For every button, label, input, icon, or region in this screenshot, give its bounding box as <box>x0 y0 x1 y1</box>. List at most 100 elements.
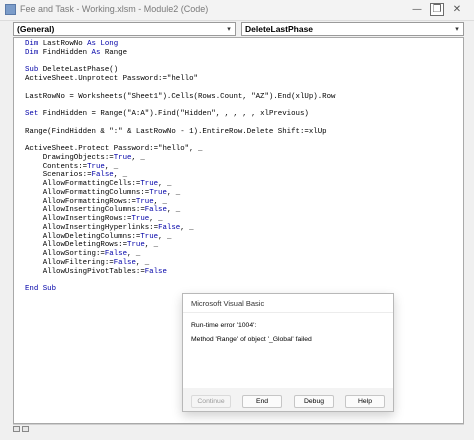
procedure-view-button[interactable] <box>13 426 20 432</box>
restore-button[interactable]: ❐ <box>430 3 444 16</box>
code-line[interactable] <box>25 276 335 285</box>
code-line[interactable]: ActiveSheet.Unprotect Password:="hello" <box>25 75 335 84</box>
code-text[interactable]: Dim LastRowNo As Long Dim FindHidden As R… <box>25 40 335 294</box>
code-line[interactable]: AllowUsingPivotTables:=False <box>25 268 335 277</box>
code-line[interactable] <box>25 101 335 110</box>
end-button[interactable]: End <box>242 395 282 408</box>
debug-button[interactable]: Debug <box>294 395 334 408</box>
code-keyword: True <box>127 241 145 250</box>
code-token: Contents:= <box>25 162 88 171</box>
code-keyword: True <box>135 197 154 206</box>
code-keyword: False <box>144 206 167 215</box>
code-line[interactable]: AllowDeletingColumns:=True, _ <box>25 233 335 242</box>
code-token: AllowFiltering:= <box>25 258 114 267</box>
code-token: AllowFormattingColumns:= <box>25 188 150 197</box>
code-token: , _ <box>166 206 181 215</box>
code-keyword: True <box>131 215 150 223</box>
code-line[interactable] <box>25 136 335 145</box>
code-line[interactable]: Range(FindHidden & ":" & LastRowNo - 1).… <box>25 128 335 137</box>
code-keyword: Set <box>25 110 39 118</box>
code-line[interactable] <box>25 119 335 128</box>
code-keyword: False <box>144 267 167 276</box>
code-token: DeleteLastPhase() <box>38 66 119 75</box>
code-token: , _ <box>127 250 141 258</box>
code-keyword: As Long <box>87 40 119 48</box>
code-keyword: End Sub <box>25 285 57 293</box>
code-line[interactable]: LastRowNo = Worksheets("Sheet1").Cells(R… <box>25 93 335 102</box>
code-token: , _ <box>149 215 163 223</box>
full-module-view-button[interactable] <box>22 426 29 432</box>
code-line[interactable]: Sub DeleteLastPhase() <box>25 66 335 75</box>
code-token: LastRowNo <box>38 40 88 48</box>
code-line[interactable] <box>25 58 335 67</box>
code-token: LastRowNo = Worksheets("Sheet1").Cells(R… <box>25 92 336 101</box>
code-line[interactable]: AllowFiltering:=False, _ <box>25 259 335 268</box>
view-toggle-strip <box>13 424 464 434</box>
error-message: Method 'Range' of object '_Global' faile… <box>191 336 312 343</box>
object-combo-value: (General) <box>17 24 55 34</box>
procedure-combo-value: DeleteLastPhase <box>245 24 314 34</box>
error-number: Run-time error '1004': <box>191 322 257 329</box>
chevron-down-icon[interactable]: ▾ <box>223 23 235 35</box>
code-line[interactable]: ActiveSheet.Protect Password:="hello", _ <box>25 145 335 154</box>
code-line[interactable]: Contents:=True, _ <box>25 163 335 172</box>
window-title: Fee and Task - Working.xlsm - Module2 (C… <box>20 4 209 14</box>
code-token: AllowUsingPivotTables:= <box>25 267 145 276</box>
code-line[interactable]: AllowInsertingHyperlinks:=False, _ <box>25 224 335 233</box>
code-token: Range <box>100 48 128 57</box>
code-token: , _ <box>144 241 159 250</box>
code-token: , _ <box>153 197 167 206</box>
code-keyword: False <box>91 171 114 180</box>
code-line[interactable]: AllowInsertingColumns:=False, _ <box>25 206 335 215</box>
code-keyword: True <box>140 180 159 188</box>
code-token: AllowSorting:= <box>25 250 105 258</box>
code-token: , _ <box>158 232 172 241</box>
continue-button[interactable]: Continue <box>191 395 231 408</box>
code-line[interactable]: AllowFormattingColumns:=True, _ <box>25 189 335 198</box>
code-keyword: False <box>158 223 181 232</box>
code-keyword: True <box>87 162 105 171</box>
code-token: AllowDeletingRows:= <box>25 241 128 250</box>
vba-module-icon <box>5 4 16 15</box>
code-token: Range(FindHidden & ":" & LastRowNo - 1).… <box>25 127 327 136</box>
code-keyword: True <box>113 153 132 162</box>
code-keyword: Sub <box>25 66 39 75</box>
code-token: , _ <box>113 171 128 180</box>
code-line[interactable]: Set FindHidden = Range("A:A").Find("Hidd… <box>25 110 335 119</box>
code-token: AllowInsertingRows:= <box>25 215 132 223</box>
title-bar: Fee and Task - Working.xlsm - Module2 (C… <box>0 0 474 21</box>
code-line[interactable]: AllowSorting:=False, _ <box>25 250 335 259</box>
code-keyword: False <box>104 250 128 258</box>
code-token: , _ <box>166 188 181 197</box>
help-button[interactable]: Help <box>345 395 385 408</box>
code-token: AllowFormattingCells:= <box>25 180 141 188</box>
code-line[interactable]: Dim LastRowNo As Long <box>25 40 335 49</box>
code-line[interactable]: AllowDeletingRows:=True, _ <box>25 241 335 250</box>
code-token: , _ <box>180 223 194 232</box>
code-token: FindHidden <box>38 48 92 57</box>
code-token: AllowFormattingRows:= <box>25 197 136 206</box>
code-token: DrawingObjects:= <box>25 153 114 162</box>
code-token: AllowDeletingColumns:= <box>25 232 141 241</box>
code-token: AllowInsertingHyperlinks:= <box>25 223 159 232</box>
code-keyword: False <box>113 258 136 267</box>
dialog-divider <box>183 312 393 313</box>
close-button[interactable]: ✕ <box>450 3 464 16</box>
code-line[interactable] <box>25 84 335 93</box>
runtime-error-dialog: Microsoft Visual Basic Run-time error '1… <box>182 293 394 412</box>
code-token: , _ <box>135 258 150 267</box>
code-line[interactable]: AllowInsertingRows:=True, _ <box>25 215 335 224</box>
code-line[interactable]: AllowFormattingRows:=True, _ <box>25 198 335 207</box>
procedure-combo[interactable]: DeleteLastPhase ▾ <box>241 22 464 36</box>
code-line[interactable]: AllowFormattingCells:=True, _ <box>25 180 335 189</box>
object-combo[interactable]: (General) ▾ <box>13 22 236 36</box>
code-token: Scenarios:= <box>25 171 92 180</box>
code-token: ActiveSheet.Unprotect Password:="hello" <box>25 75 198 83</box>
chevron-down-icon[interactable]: ▾ <box>451 23 463 35</box>
code-line[interactable]: DrawingObjects:=True, _ <box>25 154 335 163</box>
code-token: ActiveSheet.Protect Password:="hello", _ <box>25 145 203 153</box>
code-token: , _ <box>131 153 145 162</box>
minimize-button[interactable]: — <box>410 3 424 16</box>
code-line[interactable]: Dim FindHidden As Range <box>25 49 335 58</box>
code-line[interactable]: Scenarios:=False, _ <box>25 171 335 180</box>
